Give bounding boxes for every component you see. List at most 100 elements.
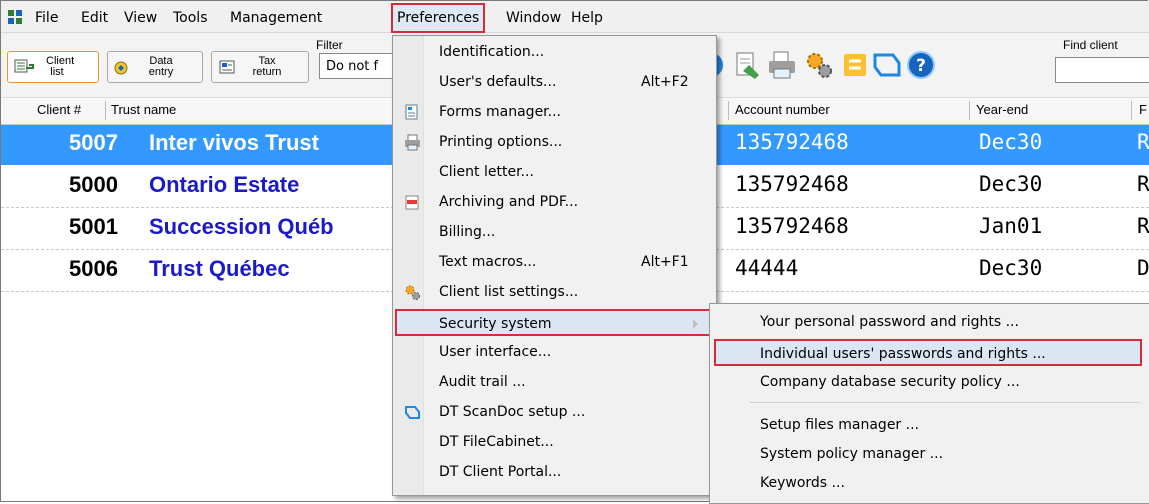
menu-item-printing-options[interactable]: Printing options... (395, 129, 714, 156)
menu-item-label: Identification... (439, 44, 545, 60)
menu-item-label: Billing... (439, 224, 496, 240)
menu-item-security-system[interactable]: Security system (395, 309, 714, 336)
filter-select[interactable]: Do not f (319, 53, 399, 79)
account-number: 135792468 (735, 214, 849, 238)
submenu-item-system-policy-manager[interactable]: System policy manager ... (712, 441, 1148, 468)
menu-item-forms-manager[interactable]: Forms manager... (395, 99, 714, 126)
menu-separator (750, 402, 1140, 403)
menu-item-user-interface[interactable]: User interface... (395, 339, 714, 366)
gears-icon (405, 285, 420, 300)
submenu-item-label: Individual users' passwords and rights .… (760, 346, 1046, 362)
menu-window[interactable]: Window (506, 7, 561, 29)
menu-item-scandoc-setup[interactable]: DT ScanDoc setup ... (395, 399, 714, 426)
filter-label: Filter (316, 38, 343, 52)
menu-item-label: DT FileCabinet... (439, 434, 554, 450)
client-number: 5007 (69, 130, 118, 155)
account-number: 135792468 (735, 172, 849, 196)
trust-name: Succession Québ (149, 214, 334, 239)
submenu-item-keywords[interactable]: Keywords ... (712, 470, 1148, 497)
menu-item-text-macros[interactable]: Text macros... Alt+F1 (395, 249, 714, 276)
scandoc-icon[interactable] (871, 49, 903, 81)
extra-cell: R (1137, 214, 1149, 238)
note-icon[interactable] (839, 49, 871, 81)
menu-item-client-list-settings[interactable]: Client list settings... (395, 279, 714, 306)
submenu-item-label: Setup files manager ... (760, 417, 919, 433)
data-entry-icon (114, 61, 128, 75)
client-list-icon (14, 59, 34, 73)
trust-name: Inter vivos Trust (149, 130, 319, 155)
menu-item-shortcut: Alt+F2 (641, 74, 689, 90)
submenu-arrow-icon (693, 319, 698, 329)
tab-label: Tax return (252, 55, 282, 78)
menu-bar: File Edit View Tools Management Preferen… (1, 1, 1149, 33)
menu-item-filecabinet[interactable]: DT FileCabinet... (395, 429, 714, 456)
menu-item-label: Archiving and PDF... (439, 194, 579, 210)
menu-item-client-letter[interactable]: Client letter... (395, 159, 714, 186)
menu-view[interactable]: View (124, 7, 157, 29)
menu-item-users-defaults[interactable]: User's defaults... Alt+F2 (395, 69, 714, 96)
tab-tax-return[interactable]: Tax return (211, 51, 309, 83)
menu-item-client-portal[interactable]: DT Client Portal... (395, 459, 714, 486)
menu-item-label: Client list settings... (439, 284, 579, 300)
svg-text:?: ? (916, 56, 926, 76)
menu-item-shortcut: Alt+F1 (641, 254, 689, 270)
client-number: 5000 (69, 172, 118, 197)
column-divider[interactable] (969, 101, 970, 120)
extra-cell: R (1137, 172, 1149, 196)
menu-item-label: Audit trail ... (439, 374, 526, 390)
tab-label: Client list (46, 55, 75, 78)
extra-cell: D (1137, 256, 1149, 280)
submenu-item-label: Company database security policy ... (760, 374, 1020, 390)
menu-file[interactable]: File (35, 7, 58, 29)
scandoc-icon (405, 406, 420, 419)
menu-edit[interactable]: Edit (81, 7, 108, 29)
submenu-item-setup-files-manager[interactable]: Setup files manager ... (712, 412, 1148, 439)
col-account-number[interactable]: Account number (735, 102, 830, 117)
find-client-input[interactable] (1055, 57, 1149, 83)
col-client-number[interactable]: Client # (37, 102, 81, 117)
menu-item-label: Client letter... (439, 164, 534, 180)
menu-tools[interactable]: Tools (173, 7, 208, 29)
settings-gears-icon[interactable] (803, 49, 835, 81)
menu-item-label: User's defaults... (439, 74, 557, 90)
find-client-label: Find client (1063, 38, 1118, 52)
submenu-item-label: Your personal password and rights ... (760, 314, 1019, 330)
year-end: Dec30 (979, 256, 1043, 280)
menu-item-billing[interactable]: Billing... (395, 219, 714, 246)
edit-document-icon[interactable] (731, 49, 763, 81)
column-divider[interactable] (105, 101, 106, 120)
tab-data-entry[interactable]: Data entry (107, 51, 203, 83)
menu-item-audit-trail[interactable]: Audit trail ... (395, 369, 714, 396)
menu-item-label: Security system (439, 316, 552, 332)
menu-item-label: DT ScanDoc setup ... (439, 404, 586, 420)
menu-preferences[interactable]: Preferences (391, 3, 486, 33)
submenu-item-individual-users-passwords[interactable]: Individual users' passwords and rights .… (714, 339, 1142, 366)
forms-icon (405, 104, 418, 120)
client-number: 5001 (69, 214, 118, 239)
account-number: 44444 (735, 256, 799, 280)
col-extra[interactable]: F (1139, 102, 1147, 117)
submenu-item-personal-password[interactable]: Your personal password and rights ... (712, 309, 1148, 336)
preferences-menu: Identification... User's defaults... Alt… (392, 35, 717, 496)
menu-item-label: Printing options... (439, 134, 563, 150)
year-end: Dec30 (979, 172, 1043, 196)
submenu-item-label: System policy manager ... (760, 446, 944, 462)
year-end: Dec30 (979, 130, 1043, 154)
col-trust-name[interactable]: Trust name (111, 102, 176, 117)
menu-management[interactable]: Management (230, 7, 322, 29)
column-divider[interactable] (728, 101, 729, 120)
tab-client-list[interactable]: Client list (7, 51, 99, 83)
submenu-item-label: Keywords ... (760, 475, 845, 491)
menu-item-archiving-pdf[interactable]: Archiving and PDF... (395, 189, 714, 216)
menu-item-label: Text macros... (439, 254, 537, 270)
tab-label: Data entry (148, 55, 174, 78)
col-year-end[interactable]: Year-end (976, 102, 1028, 117)
menu-item-identification[interactable]: Identification... (395, 39, 714, 66)
printer-icon[interactable] (766, 49, 798, 81)
menu-help[interactable]: Help (571, 7, 603, 29)
help-icon[interactable]: ? (905, 49, 937, 81)
column-divider[interactable] (1131, 101, 1132, 120)
submenu-item-company-security-policy[interactable]: Company database security policy ... (712, 369, 1148, 396)
year-end: Jan01 (979, 214, 1043, 238)
security-submenu: Your personal password and rights ... In… (709, 303, 1149, 504)
